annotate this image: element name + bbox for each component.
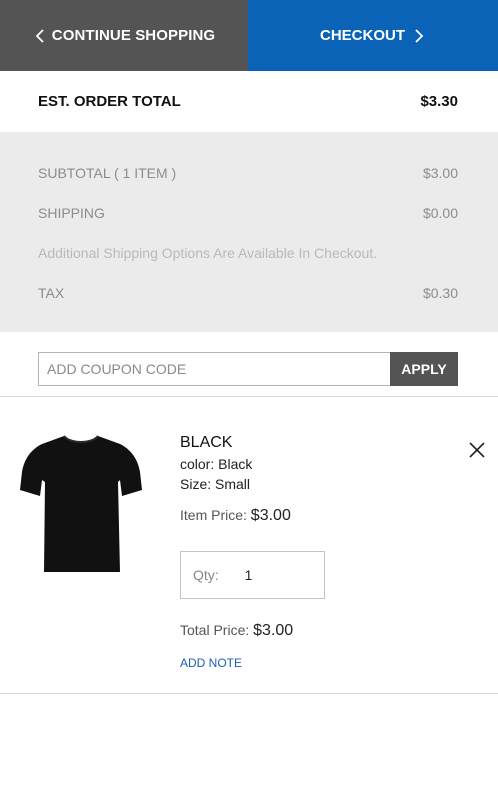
shipping-row: SHIPPING $0.00 — [38, 205, 458, 221]
product-color: color: Black — [180, 456, 253, 472]
tax-value: $0.30 — [422, 285, 458, 301]
total-price-label: Total Price: — [180, 622, 250, 638]
shipping-note-row: Additional Shipping Options Are Availabl… — [38, 245, 458, 261]
tshirt-product-image[interactable] — [20, 432, 142, 574]
quantity-field[interactable]: Qty: 1 — [180, 551, 325, 599]
total-price: Total Price: $3.00 — [180, 622, 293, 640]
chevron-left-icon — [33, 28, 47, 44]
continue-shopping-label: CONTINUE SHOPPING — [51, 27, 216, 44]
shipping-label: SHIPPING — [38, 205, 105, 221]
coupon-code-input[interactable] — [38, 352, 390, 386]
continue-shopping-button[interactable]: CONTINUE SHOPPING — [0, 0, 248, 71]
tax-row: TAX $0.30 — [38, 285, 458, 301]
item-price-label: Item Price: — [180, 507, 247, 523]
tax-label: TAX — [38, 285, 65, 301]
shipping-note: Additional Shipping Options Are Availabl… — [38, 245, 378, 261]
subtotal-label: SUBTOTAL ( 1 ITEM ) — [38, 165, 177, 181]
item-price: Item Price: $3.00 — [180, 507, 291, 525]
divider — [0, 693, 498, 694]
order-summary: SUBTOTAL ( 1 ITEM ) $3.00 SHIPPING $0.00… — [0, 132, 498, 332]
checkout-label: CHECKOUT — [320, 27, 405, 44]
qty-value[interactable]: 1 — [245, 567, 253, 583]
coupon-form: APPLY — [38, 352, 458, 386]
apply-coupon-button[interactable]: APPLY — [390, 352, 458, 386]
product-size: Size: Small — [180, 476, 251, 492]
subtotal-value: $3.00 — [422, 165, 458, 181]
divider — [0, 396, 498, 397]
add-note-link[interactable]: ADD NOTE — [180, 656, 242, 670]
top-bar: CONTINUE SHOPPING CHECKOUT — [0, 0, 498, 71]
chevron-right-icon — [412, 28, 426, 44]
est-order-total-row: EST. ORDER TOTAL $3.30 — [0, 71, 498, 132]
est-order-total-label: EST. ORDER TOTAL — [38, 93, 181, 110]
item-price-value: $3.00 — [250, 507, 291, 524]
checkout-button[interactable]: CHECKOUT — [248, 0, 498, 71]
total-price-value: $3.00 — [253, 622, 294, 639]
close-icon[interactable] — [468, 441, 486, 459]
est-order-total-value: $3.30 — [420, 93, 458, 110]
product-name: BLACK — [180, 434, 233, 451]
subtotal-row: SUBTOTAL ( 1 ITEM ) $3.00 — [38, 165, 458, 181]
shipping-value: $0.00 — [422, 205, 458, 221]
qty-label: Qty: — [193, 567, 219, 583]
